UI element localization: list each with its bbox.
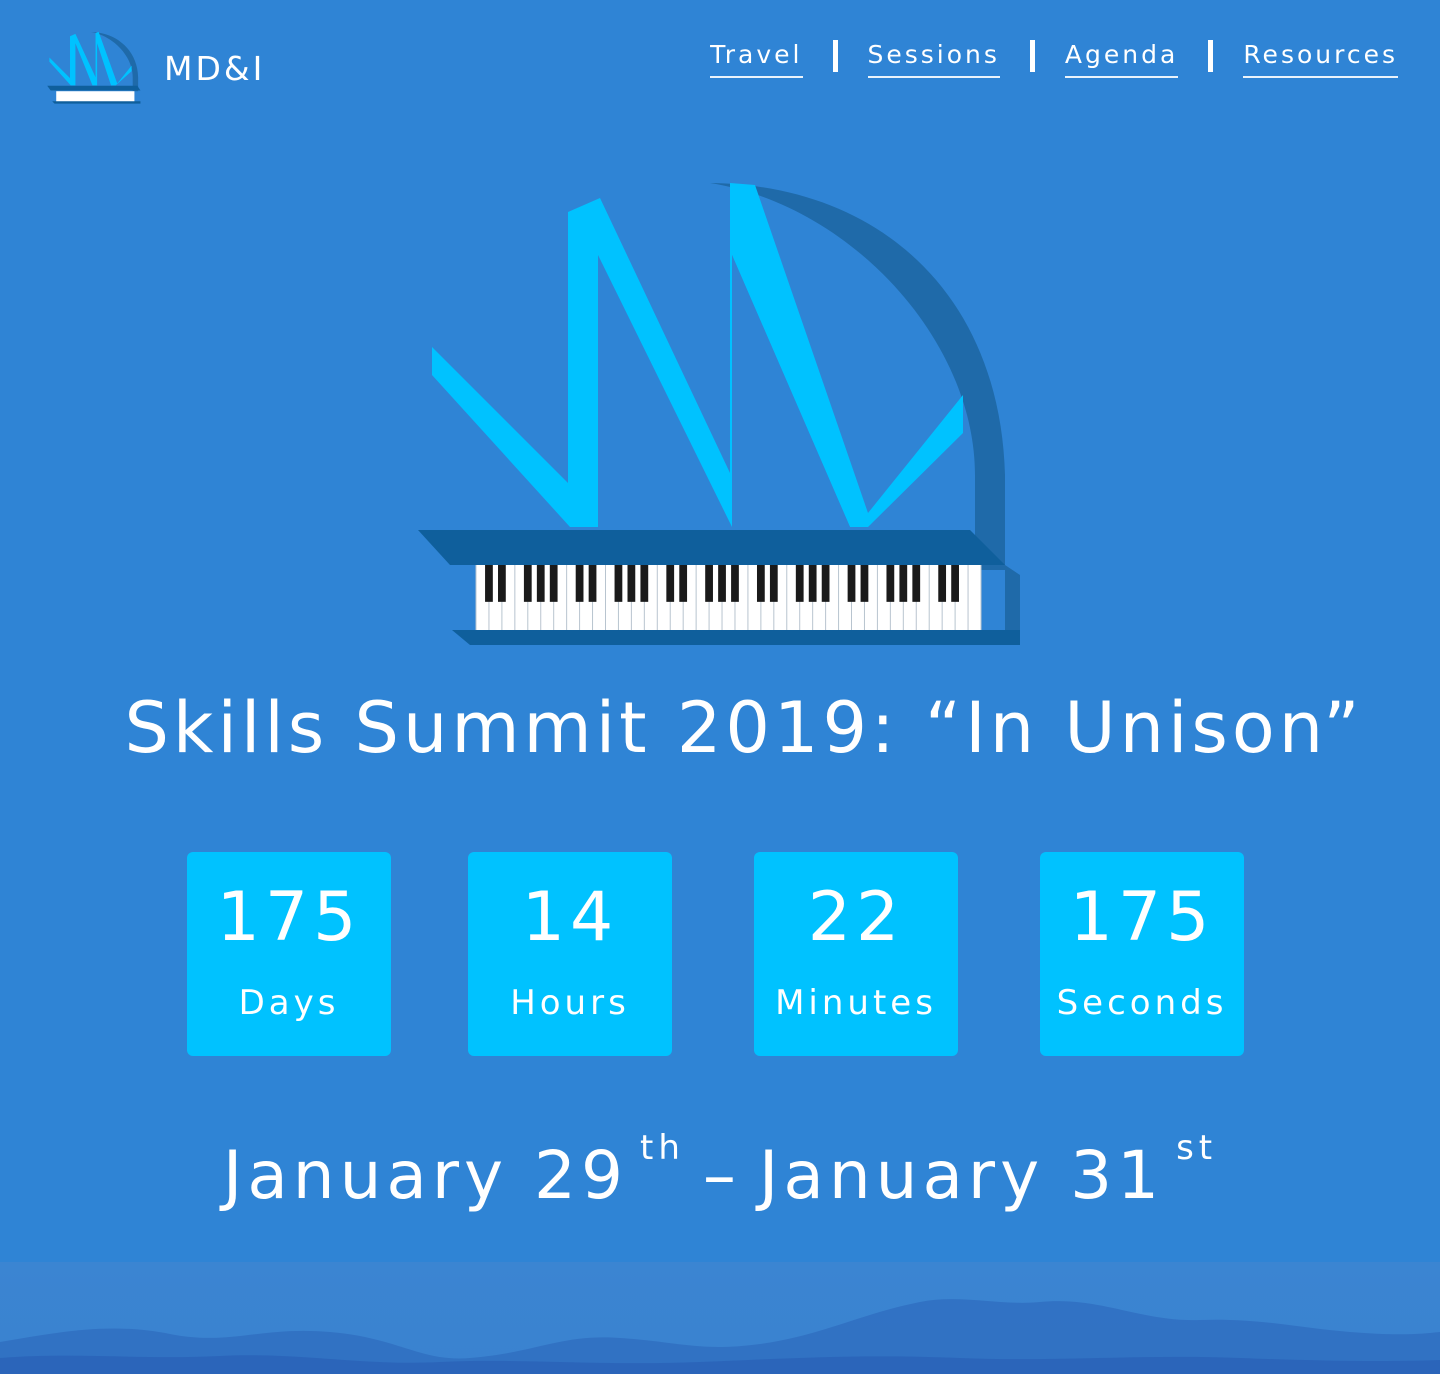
countdown-days: 175 Days: [187, 852, 391, 1056]
countdown-hours-label: Hours: [510, 983, 630, 1023]
countdown-seconds-label: Seconds: [1056, 983, 1228, 1023]
landscape-background: [0, 1262, 1440, 1374]
start-date-suffix: th: [640, 1128, 685, 1168]
end-date-suffix: st: [1176, 1128, 1218, 1168]
countdown-minutes: 22 Minutes: [754, 852, 958, 1056]
countdown-hours-value: 14: [521, 878, 619, 957]
piano-logo-icon: [418, 183, 1020, 645]
countdown-days-value: 175: [216, 878, 362, 957]
brand-name: MD&I: [164, 48, 266, 88]
event-dates: January 29 th – January 31 st: [0, 1129, 1440, 1214]
countdown-hours: 14 Hours: [468, 852, 672, 1056]
main-nav: Travel Sessions Agenda Resources: [710, 40, 1398, 78]
countdown-minutes-label: Minutes: [775, 983, 937, 1023]
countdown-seconds: 175 Seconds: [1040, 852, 1244, 1056]
start-date: January 29: [222, 1137, 629, 1214]
nav-separator: [1208, 40, 1214, 72]
countdown-minutes-value: 22: [807, 878, 905, 957]
countdown-days-label: Days: [238, 983, 340, 1023]
nav-link-resources[interactable]: Resources: [1243, 40, 1398, 78]
page-title: Skills Summit 2019: “In Unison”: [124, 687, 1364, 769]
end-date: January 31: [758, 1137, 1165, 1214]
date-separator: –: [702, 1137, 741, 1214]
nav-separator: [832, 40, 838, 72]
nav-separator: [1029, 40, 1035, 72]
md-i-logo-icon: [47, 31, 141, 104]
nav-link-sessions[interactable]: Sessions: [867, 40, 1000, 78]
countdown-seconds-value: 175: [1069, 878, 1215, 957]
nav-link-travel[interactable]: Travel: [710, 40, 803, 78]
site-header: MD&I Travel Sessions Agenda Resources: [0, 0, 1440, 130]
black-keys: [485, 565, 959, 602]
mountain-silhouette: [0, 1299, 1440, 1374]
nav-link-agenda[interactable]: Agenda: [1064, 40, 1179, 78]
brand-home-link[interactable]: MD&I: [46, 30, 265, 106]
